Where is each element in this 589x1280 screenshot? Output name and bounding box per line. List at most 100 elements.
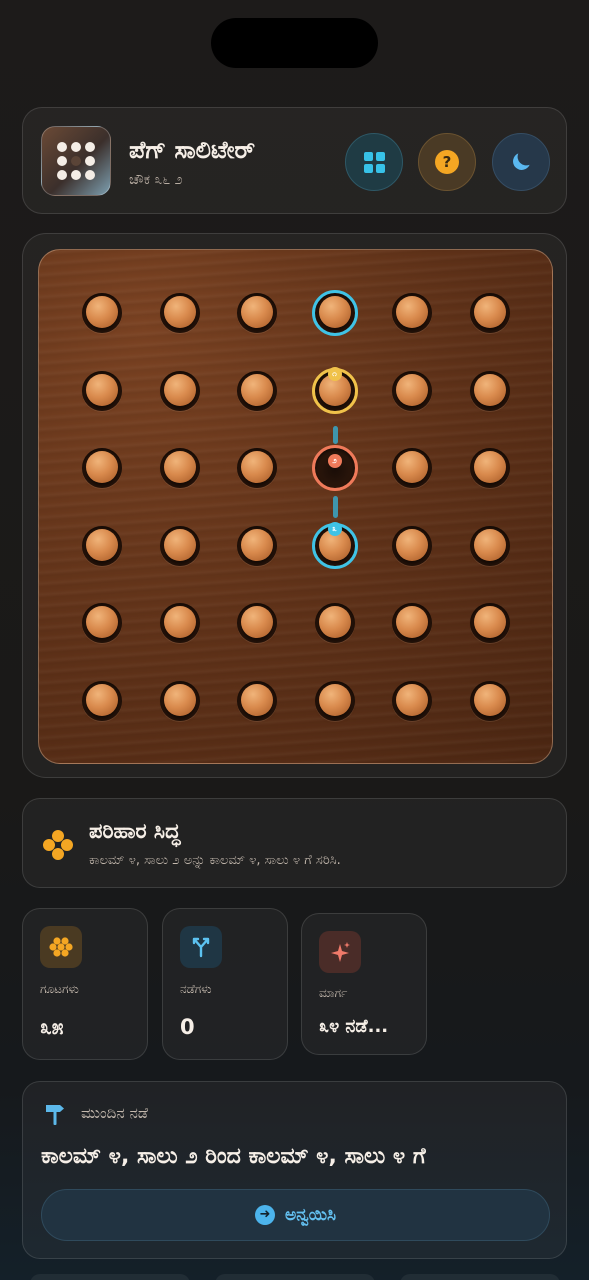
board-cell[interactable] — [392, 448, 432, 488]
peg[interactable] — [241, 606, 273, 638]
board-cell[interactable]: ೧ — [311, 366, 358, 414]
peg[interactable] — [86, 373, 118, 406]
peg[interactable] — [396, 683, 428, 716]
board-cell[interactable] — [159, 448, 200, 488]
board-cell[interactable] — [82, 370, 122, 411]
board-cell[interactable] — [469, 603, 510, 643]
stat-label: ಗೂಟಗಳು — [40, 982, 79, 996]
board-cell[interactable] — [82, 603, 122, 643]
peg[interactable] — [86, 528, 118, 561]
board-cell[interactable] — [469, 293, 510, 333]
help-button[interactable]: ? — [418, 133, 476, 191]
peg[interactable] — [163, 373, 196, 406]
apply-move-button[interactable]: ➜ ಅನ್ವಯಿಸಿ — [41, 1189, 550, 1241]
board-cell[interactable] — [159, 370, 200, 411]
board-cell[interactable] — [392, 370, 432, 411]
theme-toggle-button[interactable] — [492, 133, 550, 191]
device-notch — [211, 18, 378, 68]
sparkle-icon — [319, 931, 361, 973]
board-cell[interactable] — [237, 603, 277, 643]
board-cell[interactable]: ೩ — [311, 521, 358, 569]
level-subtitle: ಚೌಕ ೩೬ ೨ — [129, 172, 183, 188]
board-cell[interactable] — [469, 370, 510, 411]
board-cell[interactable] — [237, 525, 277, 566]
board-cell[interactable] — [82, 525, 122, 566]
peg[interactable] — [241, 528, 273, 561]
app-header: ಪೆಗ್ ಸಾಲಿಟೇರ್ ಚೌಕ ೩೬ ೨ ? — [22, 107, 567, 214]
stat-card-path: ಮಾರ್ಗ ೩೪ ನಡೆ... — [301, 913, 427, 1055]
peg[interactable] — [163, 451, 196, 483]
stat-value: ೩೪ ನಡೆ... — [319, 1016, 389, 1037]
stat-label: ನಡೆಗಳು — [180, 982, 212, 996]
board-cell[interactable] — [469, 448, 510, 488]
board-cell[interactable] — [82, 680, 122, 721]
board-cell[interactable] — [82, 293, 122, 333]
peg[interactable] — [241, 683, 273, 716]
board-cell[interactable] — [392, 293, 432, 333]
board-cell[interactable]: ೨ — [311, 445, 358, 491]
board-cell[interactable] — [392, 525, 432, 566]
signpost-icon — [46, 1105, 64, 1125]
peg[interactable] — [473, 683, 506, 716]
board-cell[interactable] — [392, 680, 432, 721]
peg[interactable] — [241, 373, 273, 406]
bottom-card-peek — [400, 1274, 560, 1280]
peg[interactable] — [473, 451, 506, 483]
bottom-card-peek — [215, 1274, 375, 1280]
peg[interactable] — [396, 528, 428, 561]
help-icon: ? — [435, 150, 459, 174]
board-cell[interactable] — [159, 525, 200, 566]
peg[interactable] — [396, 373, 428, 406]
board-cell[interactable] — [311, 290, 358, 336]
step-badge: ೩ — [327, 521, 342, 536]
peg[interactable] — [318, 683, 351, 716]
peg[interactable] — [318, 606, 351, 638]
board-cell[interactable] — [314, 680, 355, 721]
highlight-ring — [311, 290, 358, 336]
solution-title: ಪರಿಹಾರ ಸಿದ್ಧ — [89, 819, 181, 843]
game-board: ೧ ೨ ೩ — [38, 249, 553, 764]
stat-card-moves: ನಡೆಗಳು 0 — [162, 908, 288, 1060]
board-cell[interactable] — [237, 370, 277, 411]
arrow-right-icon: ➜ — [255, 1205, 275, 1225]
peg[interactable] — [241, 296, 273, 328]
app-title: ಪೆಗ್ ಸಾಲಿಟೇರ್ — [129, 136, 256, 164]
peg[interactable] — [473, 296, 506, 328]
peg[interactable] — [163, 606, 196, 638]
peg[interactable] — [86, 606, 118, 638]
peg[interactable] — [241, 451, 273, 483]
peg[interactable] — [163, 528, 196, 561]
stat-value: 0 — [180, 1015, 195, 1039]
board-cell[interactable] — [392, 603, 432, 643]
peg[interactable] — [163, 683, 196, 716]
peg[interactable] — [86, 296, 118, 328]
peg[interactable] — [473, 373, 506, 406]
board-cell[interactable] — [237, 448, 277, 488]
board-cell[interactable] — [159, 680, 200, 721]
peg[interactable] — [86, 451, 118, 483]
board-cell[interactable] — [82, 448, 122, 488]
peg[interactable] — [473, 528, 506, 561]
board-cell[interactable] — [159, 603, 200, 643]
pegs-icon — [40, 926, 82, 968]
cluster-icon — [43, 830, 73, 860]
solution-description: ಕಾಲಮ್ ೪, ಸಾಲು ೨ ಅನ್ನು ಕಾಲಮ್ ೪, ಸಾಲು ೪ ಗೆ… — [89, 853, 341, 868]
level-grid-button[interactable] — [345, 133, 403, 191]
board-cell[interactable] — [159, 293, 200, 333]
board-cell[interactable] — [469, 525, 510, 566]
board-cell[interactable] — [469, 680, 510, 721]
next-move-label: ಮುಂದಿನ ನಡೆ — [81, 1104, 148, 1122]
peg[interactable] — [396, 296, 428, 328]
peg[interactable] — [396, 606, 428, 638]
peg[interactable] — [473, 606, 506, 638]
move-path-dash — [333, 426, 338, 444]
peg[interactable] — [86, 683, 118, 716]
board-cell[interactable] — [314, 603, 355, 643]
peg[interactable] — [163, 296, 196, 328]
peg[interactable] — [396, 451, 428, 483]
board-cell[interactable] — [237, 680, 277, 721]
board-cell[interactable] — [237, 293, 277, 333]
move-path-dash — [333, 496, 338, 518]
solution-status-card: ಪರಿಹಾರ ಸಿದ್ಧ ಕಾಲಮ್ ೪, ಸಾಲು ೨ ಅನ್ನು ಕಾಲಮ್… — [22, 798, 567, 888]
bottom-card-peek — [30, 1274, 190, 1280]
